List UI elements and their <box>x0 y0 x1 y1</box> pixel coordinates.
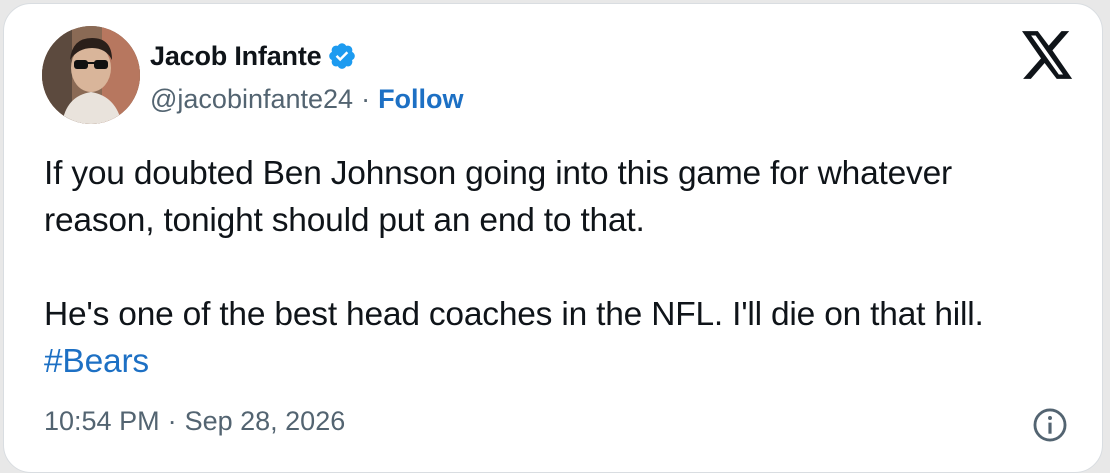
x-logo-icon[interactable] <box>1022 31 1074 79</box>
timestamp-separator: · <box>167 406 177 436</box>
follow-button[interactable]: Follow <box>378 84 463 115</box>
tweet-paragraph-2-text: He's one of the best head coaches in the… <box>44 296 984 333</box>
avatar-image <box>42 26 140 124</box>
verified-badge-icon <box>327 41 357 71</box>
tweet-paragraph-1: If you doubted Ben Johnson going into th… <box>44 155 952 239</box>
tweet-card: Jacob Infante @jacobinfante24 · Follow I… <box>3 3 1103 473</box>
author-handle-row: @jacobinfante24 · Follow <box>150 81 464 117</box>
author-display-name[interactable]: Jacob Infante <box>150 41 322 72</box>
handle-separator: · <box>361 83 371 114</box>
tweet-date: Sep 28, 2026 <box>184 406 346 436</box>
tweet-text: If you doubted Ben Johnson going into th… <box>44 150 1054 385</box>
avatar[interactable] <box>42 26 140 124</box>
author-name-row: Jacob Infante <box>150 38 357 74</box>
author-handle[interactable]: @jacobinfante24 <box>150 84 353 115</box>
tweet-timestamp[interactable]: 10:54 PM · Sep 28, 2026 <box>44 406 345 437</box>
info-icon[interactable] <box>1031 406 1069 444</box>
tweet-time: 10:54 PM <box>44 406 160 436</box>
hashtag-link[interactable]: #Bears <box>44 343 149 380</box>
tweet-paragraph-2: He's one of the best head coaches in the… <box>44 291 1054 385</box>
